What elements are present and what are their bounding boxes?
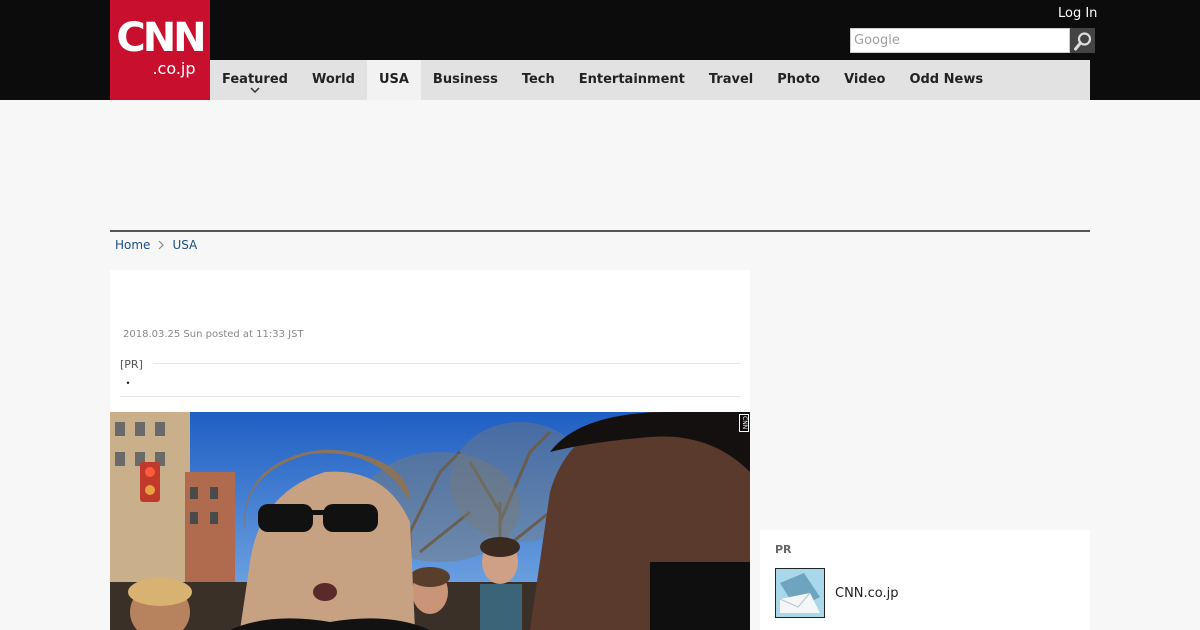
logo-text: CNN	[116, 15, 206, 61]
breadcrumb-usa[interactable]: USA	[172, 238, 197, 252]
nav-item-label: USA	[378, 72, 409, 87]
cnn-logo[interactable]: CNN .co.jp	[110, 0, 210, 100]
nav-item-video[interactable]: Video	[832, 60, 897, 100]
nav-item-odd-news[interactable]: Odd News	[897, 60, 995, 100]
nav-item-label: Video	[844, 72, 886, 87]
pr-row: [PR]	[120, 358, 740, 372]
pr-bottom-divider	[120, 396, 740, 397]
sidebar-pr-box: PR CNN.co.jp	[760, 530, 1090, 630]
pr-label: [PR]	[120, 358, 153, 371]
nav-item-label: World	[311, 72, 355, 87]
nav-item-usa[interactable]: USA	[366, 60, 421, 100]
nav-item-label: Photo	[777, 72, 821, 87]
nav-item-entertainment[interactable]: Entertainment	[567, 60, 697, 100]
pr-divider	[120, 363, 740, 364]
nav-item-label: Odd News	[909, 72, 984, 87]
nav-item-label: Tech	[521, 72, 555, 87]
nav-item-label: Featured	[222, 72, 288, 87]
search-icon	[1073, 31, 1091, 50]
login-link[interactable]: Log In	[1058, 6, 1097, 21]
nav-item-tech[interactable]: Tech	[510, 60, 567, 100]
pr-title-link[interactable]: CNN.co.jp	[835, 586, 899, 601]
nav-item-business[interactable]: Business	[421, 60, 510, 100]
article-photo	[110, 412, 750, 630]
nav-item-label: Business	[432, 72, 498, 87]
logo-subtext: .co.jp	[152, 59, 196, 78]
ad-banner-area	[110, 100, 1090, 230]
mail-icon	[776, 569, 824, 617]
article-header: 2018.03.25 Sun posted at 11:33 JST [PR] …	[110, 270, 750, 412]
nav-item-travel[interactable]: Travel	[697, 60, 765, 100]
nav-item-photo[interactable]: Photo	[765, 60, 832, 100]
search-button[interactable]	[1070, 28, 1095, 53]
main-nav: Featured World USA Business Tech Enterta…	[210, 60, 1090, 100]
nav-item-world[interactable]: World	[300, 60, 367, 100]
search-input[interactable]	[850, 28, 1070, 53]
article-date: 2018.03.25 Sun posted at 11:33 JST	[123, 329, 304, 340]
cnn-watermark: CNN	[739, 414, 749, 432]
pr-text-link[interactable]: ・	[122, 374, 134, 391]
breadcrumb-home[interactable]: Home	[115, 238, 150, 252]
section-divider	[110, 230, 1090, 232]
breadcrumb: Home USA	[115, 238, 197, 252]
sidebar-pr-label: PR	[775, 543, 792, 556]
pr-thumbnail[interactable]	[775, 568, 825, 618]
nav-item-label: Travel	[708, 72, 754, 87]
photo-illustration	[110, 412, 750, 630]
nav-item-label: Entertainment	[578, 72, 685, 87]
chevron-down-icon	[250, 87, 260, 93]
nav-item-featured[interactable]: Featured	[210, 60, 300, 100]
chevron-right-icon	[159, 240, 165, 250]
